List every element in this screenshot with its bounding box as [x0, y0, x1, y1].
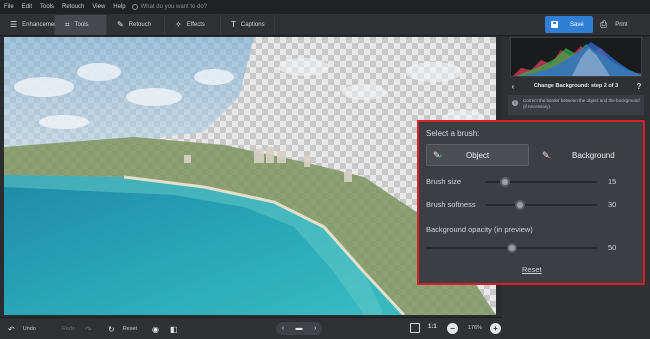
tab-enhancement-label: Enhancement [22, 21, 60, 28]
search-icon [131, 4, 138, 10]
redo-icon: ↷ [85, 324, 92, 334]
brush-size-label: Brush size [426, 177, 462, 186]
crop-icon: ⌗ [65, 19, 70, 29]
tab-effects[interactable]: ✧ Effects [165, 14, 221, 35]
brush-icon: ✎ [117, 20, 124, 29]
object-brush-label: Object [466, 150, 490, 160]
menu-bar: File Edit Tools Retouch View Help What d… [0, 0, 650, 14]
tab-tools-label: Tools [74, 21, 89, 28]
brush-softness-label: Brush softness [426, 200, 476, 209]
actual-size-button[interactable]: 1:1 [428, 324, 437, 330]
brush-panel-title: Select a brush: [426, 129, 480, 138]
info-icon: i [512, 100, 518, 106]
tab-enhancement[interactable]: ☰ Enhancement [0, 14, 59, 35]
brush-reset-link[interactable]: Reset [522, 265, 542, 274]
menu-edit[interactable]: Edit [18, 4, 36, 10]
compare-toggle[interactable]: ◧ [170, 323, 186, 335]
chevron-left-icon[interactable]: ‹ [282, 325, 284, 332]
fit-to-screen-icon[interactable] [410, 323, 420, 333]
right-panel-footer [502, 317, 650, 339]
chevron-left-icon[interactable]: ‹ [508, 82, 518, 91]
menu-help[interactable]: Help [109, 4, 129, 10]
tab-tools[interactable]: ⌗ Tools [55, 14, 107, 35]
help-icon[interactable]: ? [634, 82, 644, 91]
print-button[interactable]: ⎙ Print [598, 16, 642, 33]
undo-icon: ↶ [8, 324, 15, 334]
help-search[interactable]: What do you want to do? [131, 4, 208, 10]
tab-retouch-label: Retouch [128, 21, 152, 28]
print-label: Print [615, 21, 628, 28]
background-brush-button[interactable]: ✎ − Background [536, 144, 639, 166]
tab-effects-label: Effects [186, 21, 205, 28]
brush-softness-slider[interactable] [485, 200, 597, 210]
step-navigation: ‹ Change Background: step 2 of 3 ? [508, 79, 644, 93]
photo-editor-window: File Edit Tools Retouch View Help What d… [0, 0, 650, 339]
brush-softness-value: 30 [608, 200, 617, 209]
histogram [510, 37, 642, 77]
reset-label: Reset [122, 326, 138, 332]
preview-toggle[interactable]: ◉ [152, 323, 167, 335]
file-navigation: ‹ ▬ › [276, 322, 322, 335]
reset-icon: ↻ [108, 324, 115, 334]
redo-label: Redo [62, 326, 76, 332]
histogram-graph [513, 42, 641, 76]
object-brush-icon: ✎ + [433, 149, 443, 160]
object-brush-button[interactable]: ✎ + Object [426, 144, 529, 166]
menu-tools[interactable]: Tools [36, 4, 58, 10]
redo-button[interactable]: Redo ↷ [62, 323, 100, 335]
floppy-disk-icon [551, 21, 558, 28]
eye-icon: ◉ [152, 324, 159, 334]
magic-wand-icon: ✧ [175, 20, 182, 29]
tab-retouch[interactable]: ✎ Retouch [107, 14, 165, 35]
menu-view[interactable]: View [88, 4, 109, 10]
brush-panel: Select a brush: ✎ + Object ✎ − Background … [417, 120, 645, 285]
zoom-in-icon[interactable]: + [490, 323, 501, 334]
zoom-level: 176% [467, 325, 483, 331]
bg-opacity-slider[interactable] [426, 243, 597, 253]
save-label: Save [570, 21, 584, 28]
step-title: Change Background: step 2 of 3 [533, 83, 619, 89]
brush-softness-track [485, 204, 597, 206]
tab-captions[interactable]: T Captions [221, 14, 275, 35]
background-brush-label: Background [572, 150, 615, 160]
undo-button[interactable]: ↶ Undo [8, 323, 36, 335]
brush-softness-handle[interactable] [515, 200, 525, 210]
sliders-icon: ☰ [10, 20, 18, 29]
zoom-out-icon[interactable]: − [447, 323, 458, 334]
folder-icon[interactable]: ▬ [296, 325, 303, 332]
background-brush-icon: ✎ − [542, 149, 552, 162]
bg-opacity-handle[interactable] [507, 243, 517, 253]
compare-icon: ◧ [170, 324, 178, 334]
save-button[interactable]: Save [545, 16, 593, 33]
tab-captions-label: Captions [240, 21, 265, 28]
info-text: Correct the border between the object an… [523, 98, 640, 109]
help-search-placeholder: What do you want to do? [140, 4, 208, 10]
reset-button[interactable]: ↻ Reset [108, 323, 137, 335]
bg-opacity-label: Background opacity (in preview) [426, 225, 533, 234]
undo-label: Undo [22, 326, 36, 332]
brush-size-handle[interactable] [500, 177, 510, 187]
main-toolbar: ☰ Enhancement ⌗ Tools ✎ Retouch ✧ Effect… [0, 14, 650, 36]
brush-size-value: 15 [608, 177, 617, 186]
bottom-toolbar: ↶ Undo Redo ↷ ↻ Reset ◉ ◧ ‹ ▬ › 1:1 − 17… [0, 317, 502, 339]
chevron-right-icon[interactable]: › [314, 325, 316, 332]
menu-retouch[interactable]: Retouch [58, 4, 88, 10]
info-box: i Correct the border between the object … [508, 95, 644, 115]
brush-size-slider[interactable] [485, 177, 597, 187]
printer-icon: ⎙ [600, 19, 608, 29]
menu-file[interactable]: File [0, 4, 18, 10]
bg-opacity-value: 50 [608, 243, 617, 252]
text-icon: T [231, 20, 236, 29]
